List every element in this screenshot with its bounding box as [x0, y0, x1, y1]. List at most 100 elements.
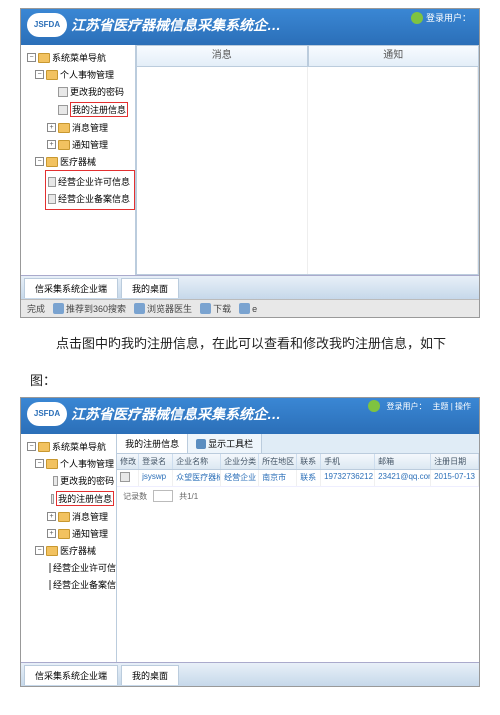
- app-header: JSFDA 江苏省医疗器械信息采集系统企… 登录用户：: [21, 9, 479, 45]
- tree-record-info[interactable]: 经营企业备案信息: [21, 576, 116, 593]
- status-bar: 完成 推荐到360搜索 浏览器医生 下载 e: [21, 299, 479, 317]
- tree-my-reg[interactable]: 我的注册信息: [21, 100, 135, 119]
- logo-badge: JSFDA: [27, 13, 67, 37]
- e-icon: [239, 303, 250, 314]
- user-area: 登录用户： 主题 | 操作: [368, 400, 471, 412]
- tree-change-pwd[interactable]: 更改我的密码: [21, 83, 135, 100]
- tree-personal[interactable]: −个人事物管理: [21, 455, 116, 472]
- tab-toolbar-toggle[interactable]: 显示工具栏: [188, 434, 262, 453]
- tree-record-info[interactable]: 经营企业备案信息: [48, 190, 132, 207]
- cell-company: 众望医疗器械: [173, 470, 221, 486]
- bottom-tab-system[interactable]: 信采集系统企业端: [24, 278, 118, 298]
- collapse-icon[interactable]: −: [35, 157, 44, 166]
- col-phone[interactable]: 手机: [321, 454, 375, 469]
- collapse-icon[interactable]: −: [35, 546, 44, 555]
- tree-license-info[interactable]: 经营企业许可信息: [21, 559, 116, 576]
- user-extra[interactable]: 主题 | 操作: [432, 401, 471, 412]
- pager-label: 记录数: [123, 491, 147, 502]
- search-icon: [53, 303, 64, 314]
- tree-notice-mgmt[interactable]: +通知管理: [21, 525, 116, 542]
- cell-contact: 联系: [297, 470, 321, 486]
- folder-icon: [46, 157, 58, 167]
- caption-text: 点击图中旳我旳注册信息，在此可以查看和修改我旳注册信息，如下: [30, 332, 470, 356]
- col-area[interactable]: 所在地区: [259, 454, 297, 469]
- bottom-tab-system[interactable]: 信采集系统企业端: [24, 665, 118, 685]
- tab-messages[interactable]: 消息: [136, 45, 308, 67]
- status-e[interactable]: e: [239, 303, 257, 314]
- folder-icon: [38, 442, 50, 452]
- app-title: 江苏省医疗器械信息采集系统企…: [71, 404, 281, 424]
- leaf-icon: [58, 105, 68, 115]
- bottom-tabs: 信采集系统企业端 我的桌面: [21, 662, 479, 686]
- leaf-icon: [58, 87, 68, 97]
- leaf-icon: [48, 177, 56, 187]
- tree-personal[interactable]: −个人事物管理: [21, 66, 135, 83]
- collapse-icon[interactable]: −: [27, 53, 36, 62]
- collapse-icon[interactable]: −: [35, 70, 44, 79]
- bottom-tabs: 信采集系统企业端 我的桌面: [21, 275, 479, 299]
- cell-phone: 19732736212: [321, 470, 375, 486]
- pager-input[interactable]: [153, 490, 173, 502]
- tree-root[interactable]: −系统菜单导航: [21, 49, 135, 66]
- tree-license-info[interactable]: 经营企业许可信息: [48, 173, 132, 190]
- user-label: 登录用户：: [386, 401, 426, 412]
- logo-badge: JSFDA: [27, 402, 67, 426]
- status-done: 完成: [27, 302, 45, 315]
- main-panel: 消息 通知 点击 【设置】 桌面， 【刷新】 桌面: [136, 45, 479, 293]
- col-edit[interactable]: 修改: [117, 454, 139, 469]
- bottom-tab-desktop[interactable]: 我的桌面: [121, 665, 179, 685]
- msg-tabs: 消息 通知: [136, 45, 479, 67]
- body-area: −系统菜单导航 −个人事物管理 更改我的密码 我的注册信息 +消息管理 +通知管…: [21, 434, 479, 662]
- table-row[interactable]: jsyswp 众望医疗器械 经营企业 南京市 联系 19732736212 23…: [117, 470, 479, 487]
- tree-root[interactable]: −系统菜单导航: [21, 438, 116, 455]
- collapse-icon[interactable]: −: [27, 442, 36, 451]
- folder-icon: [46, 546, 58, 556]
- col-login[interactable]: 登录名: [139, 454, 173, 469]
- tree-my-reg[interactable]: 我的注册信息: [21, 489, 116, 508]
- status-360[interactable]: 推荐到360搜索: [53, 302, 126, 315]
- status-download[interactable]: 下载: [200, 302, 231, 315]
- pager-pages: 共1/1: [179, 491, 198, 502]
- user-icon: [368, 400, 380, 412]
- tree-msg-mgmt[interactable]: +消息管理: [21, 508, 116, 525]
- folder-icon: [58, 123, 70, 133]
- col-company[interactable]: 企业名称: [173, 454, 221, 469]
- folder-icon: [38, 53, 50, 63]
- expand-icon[interactable]: +: [47, 529, 56, 538]
- col-email[interactable]: 邮箱: [375, 454, 431, 469]
- tree-medical[interactable]: −医疗器械: [21, 542, 116, 559]
- col-type[interactable]: 企业分类: [221, 454, 259, 469]
- cell-edit[interactable]: [117, 470, 139, 486]
- status-doctor[interactable]: 浏览器医生: [134, 302, 192, 315]
- tool-icon: [196, 439, 206, 449]
- tree-msg-mgmt[interactable]: +消息管理: [21, 119, 135, 136]
- collapse-icon[interactable]: −: [35, 459, 44, 468]
- content-tabs: 我的注册信息 显示工具栏: [117, 434, 479, 454]
- edit-icon[interactable]: [120, 472, 130, 482]
- user-area: 登录用户：: [411, 11, 471, 24]
- leaf-icon: [51, 494, 54, 504]
- tab-reg-info[interactable]: 我的注册信息: [117, 434, 188, 453]
- cell-regdate: 2015-07-13: [431, 470, 479, 486]
- tree-medical[interactable]: −医疗器械: [21, 153, 135, 170]
- leaf-icon: [49, 580, 51, 590]
- pager: 记录数 共1/1: [117, 487, 479, 505]
- main-panel: 我的注册信息 显示工具栏 修改 登录名 企业名称 企业分类 所在地区 联系 手机…: [117, 434, 479, 662]
- tree-notice-mgmt[interactable]: +通知管理: [21, 136, 135, 153]
- msg-col-right: [308, 67, 479, 274]
- user-icon: [411, 12, 423, 24]
- leaf-icon: [49, 563, 51, 573]
- expand-icon[interactable]: +: [47, 123, 56, 132]
- doctor-icon: [134, 303, 145, 314]
- tree-change-pwd[interactable]: 更改我的密码: [21, 472, 116, 489]
- bottom-tab-desktop[interactable]: 我的桌面: [121, 278, 179, 298]
- user-label: 登录用户：: [426, 11, 471, 24]
- expand-icon[interactable]: +: [47, 512, 56, 521]
- col-regdate[interactable]: 注册日期: [431, 454, 479, 469]
- expand-icon[interactable]: +: [47, 140, 56, 149]
- tab-notices[interactable]: 通知: [308, 45, 480, 67]
- screenshot-1: JSFDA 江苏省医疗器械信息采集系统企… 登录用户： −系统菜单导航 −个人事…: [20, 8, 480, 318]
- caption-end: 图：: [30, 370, 470, 389]
- col-contact[interactable]: 联系: [297, 454, 321, 469]
- cell-type: 经营企业: [221, 470, 259, 486]
